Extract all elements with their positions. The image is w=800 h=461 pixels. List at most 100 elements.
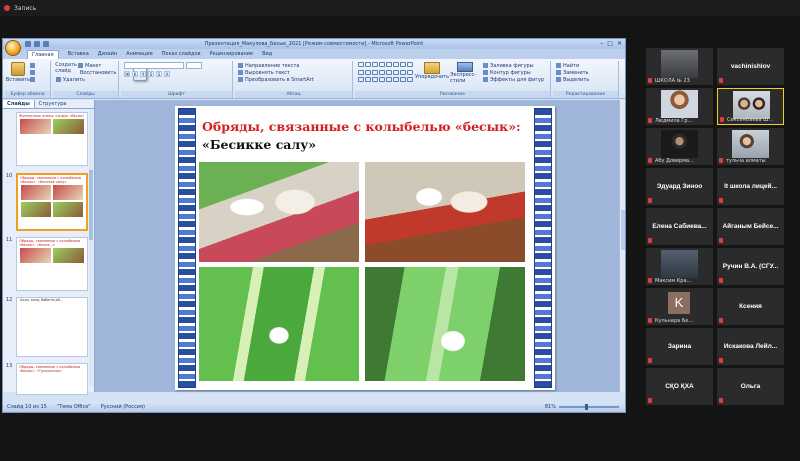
muted-mic-icon <box>648 398 652 403</box>
new-slide-button[interactable]: Создать слайд <box>55 62 147 81</box>
participant-tile[interactable]: It школа лицей... <box>717 168 784 205</box>
photo-2[interactable] <box>365 162 525 262</box>
ribbon-tabs: Главная Вставка Дизайн Анимация Показ сл… <box>3 49 625 59</box>
photo-1[interactable] <box>199 162 359 262</box>
arrange-icon <box>424 62 440 74</box>
font-name-select[interactable] <box>124 62 184 69</box>
format-painter-button[interactable] <box>30 76 47 83</box>
replace-button[interactable]: Заменить <box>556 69 615 76</box>
restore-icon[interactable]: □ <box>607 40 613 47</box>
select-button[interactable]: Выделить <box>556 76 615 83</box>
zoom-slider-thumb[interactable] <box>585 404 588 410</box>
strike-button[interactable]: S <box>148 71 154 77</box>
zoom-level[interactable]: 81% <box>545 404 556 410</box>
minimize-icon[interactable]: – <box>600 40 603 47</box>
slide-title[interactable]: Обряды, связанные с колыбелью «бесык»: <box>202 120 532 134</box>
quick-styles-icon <box>457 62 473 72</box>
office-button[interactable] <box>5 40 21 56</box>
copy-icon <box>30 70 35 75</box>
align-text-button[interactable]: Выровнять текст <box>238 69 349 76</box>
zoom-slider[interactable] <box>559 404 619 410</box>
cut-button[interactable] <box>30 62 47 69</box>
shape-outline-label: Контур фигуры <box>490 69 531 76</box>
reset-button[interactable]: Восстановить <box>78 69 116 76</box>
participant-tile[interactable]: vachinishlov <box>717 48 784 85</box>
participant-video <box>733 91 770 119</box>
participant-tile[interactable]: Ольга <box>717 368 784 405</box>
panel-scroll-thumb[interactable] <box>89 170 93 240</box>
participant-tile[interactable]: Ксения <box>717 288 784 325</box>
align-text-label: Выровнять текст <box>245 69 290 76</box>
tab-animation[interactable]: Анимация <box>126 51 152 57</box>
participant-tile[interactable]: СҚО ҚХА <box>646 368 713 405</box>
photo-4[interactable] <box>365 267 525 381</box>
paragraph-group-label: Абзац <box>235 91 352 98</box>
tab-home[interactable]: Главная <box>27 49 59 59</box>
participant-tile[interactable]: Искакова Лейл... <box>717 328 784 365</box>
shapes-gallery[interactable] <box>358 62 414 84</box>
participant-tile-active-speaker[interactable]: Сексембаева Ш... <box>717 88 784 125</box>
photo-3[interactable] <box>199 267 359 381</box>
participant-name: Айганым Бейсе... <box>722 223 779 230</box>
slide-scrollbar[interactable] <box>619 100 625 392</box>
shape-outline-button[interactable]: Контур фигуры <box>483 69 544 76</box>
current-slide[interactable]: Обряды, связанные с колыбелью «бесык»: «… <box>175 106 555 390</box>
tab-design[interactable]: Дизайн <box>98 51 117 57</box>
participant-tile[interactable]: Елена Сабиева... <box>646 208 713 245</box>
text-direction-icon <box>238 63 243 68</box>
tab-view[interactable]: Вид <box>262 51 272 57</box>
tab-insert[interactable]: Вставка <box>68 51 89 57</box>
text-direction-label: Направление текста <box>245 62 300 69</box>
select-icon <box>556 77 561 82</box>
smartart-button[interactable]: Преобразовать в SmartArt <box>238 76 349 83</box>
panel-scrollbar[interactable] <box>89 110 93 386</box>
muted-mic-icon <box>648 318 652 323</box>
tab-outline[interactable]: Структура <box>35 100 71 108</box>
participant-tile[interactable]: тульча алматы <box>717 128 784 165</box>
slides-panel: Слайды Структура Жизненные этапы: сундук… <box>3 100 95 395</box>
font-format-buttons: Ж К Ч S S A <box>124 71 229 77</box>
layout-button[interactable]: Макет <box>78 62 115 69</box>
shape-fill-button[interactable]: Заливка фигуры <box>483 62 544 69</box>
underline-button[interactable]: Ч <box>140 71 146 77</box>
participant-tile[interactable]: Айганым Бейсе... <box>717 208 784 245</box>
slides-group-label: Слайды <box>53 91 118 98</box>
language-indicator[interactable]: Русский (Россия) <box>101 404 145 410</box>
shape-fill-icon <box>483 63 488 68</box>
participant-video <box>732 130 769 158</box>
participant-tile[interactable]: Зарина <box>646 328 713 365</box>
participant-tile[interactable]: ШКОЛА № 23 <box>646 48 713 85</box>
tab-slides[interactable]: Слайды <box>3 100 35 108</box>
shape-fill-label: Заливка фигуры <box>490 62 534 69</box>
smartart-icon <box>238 77 243 82</box>
muted-mic-icon <box>719 318 723 323</box>
quick-styles-button[interactable]: Экспресс-стили <box>450 62 480 84</box>
find-button[interactable]: Найти <box>556 62 615 69</box>
shape-effects-button[interactable]: Эффекты для фигур <box>483 76 544 83</box>
delete-slide-button[interactable]: Удалить <box>56 76 115 83</box>
participant-tile[interactable]: Максим Кра... <box>646 248 713 285</box>
participant-tile[interactable]: Ручин В.А. (СГУ... <box>717 248 784 285</box>
participant-tile[interactable]: K Кульнара Бе... <box>646 288 713 325</box>
paste-button[interactable]: Вставить <box>6 62 30 83</box>
participant-tile[interactable]: Эдуард Зиноо <box>646 168 713 205</box>
close-icon[interactable]: ✕ <box>617 40 622 47</box>
bold-button[interactable]: Ж <box>124 71 130 77</box>
shadow-button[interactable]: S <box>156 71 162 77</box>
participant-name: Сексембаева Ш... <box>727 117 774 123</box>
participant-tile[interactable]: Абу Доверма... <box>646 128 713 165</box>
participant-name: тульча алматы <box>726 158 766 164</box>
arrange-button[interactable]: Упорядочить <box>415 62 449 84</box>
slide-subtitle[interactable]: «Бесикке салу» <box>202 137 316 152</box>
copy-button[interactable] <box>30 69 47 76</box>
participant-tile[interactable]: Людмила Гр... <box>646 88 713 125</box>
tab-review[interactable]: Рецензирование <box>210 51 254 57</box>
italic-button[interactable]: К <box>132 71 138 77</box>
slide-scroll-thumb[interactable] <box>621 210 625 250</box>
font-size-select[interactable] <box>186 62 202 69</box>
font-color-button[interactable]: A <box>164 71 170 77</box>
text-direction-button[interactable]: Направление текста <box>238 62 349 69</box>
slide-number: 11 <box>6 237 13 243</box>
tab-slideshow[interactable]: Показ слайдов <box>162 51 201 57</box>
shape-outline-icon <box>483 70 488 75</box>
